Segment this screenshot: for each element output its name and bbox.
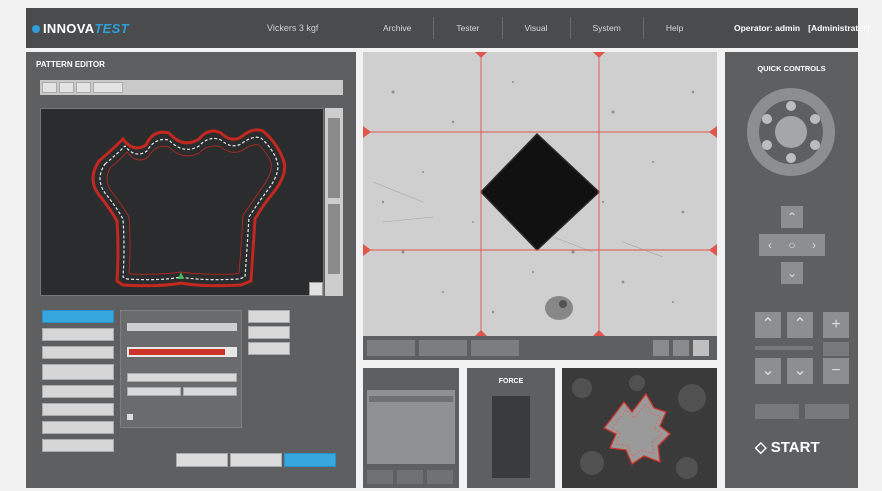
test-method-label: Vickers 3 kgf: [267, 23, 319, 33]
force-panel-title: FORCE: [498, 378, 524, 385]
logo-dot-icon: [32, 24, 40, 33]
editor-toolbar: [40, 80, 343, 95]
pattern-action-button-2[interactable]: [183, 387, 237, 396]
results-list[interactable]: [367, 390, 455, 464]
z-up-icon[interactable]: ⌃: [787, 312, 813, 338]
toolbar-button-2[interactable]: [59, 82, 74, 93]
nav-visual[interactable]: Visual: [501, 17, 570, 39]
start-label: START: [770, 439, 820, 456]
pattern-canvas[interactable]: [40, 108, 324, 296]
image-tool-button-1[interactable]: [367, 340, 415, 356]
image-square-button-1[interactable]: [653, 340, 669, 356]
start-icon: ◇: [755, 439, 767, 456]
zoom-fit-button[interactable]: [309, 282, 323, 296]
tool-button-6[interactable]: [42, 403, 114, 416]
indentation-image: [363, 52, 717, 336]
home-icon[interactable]: ○: [781, 234, 803, 256]
results-button-2[interactable]: [397, 470, 423, 484]
scroll-thumb-upper[interactable]: [328, 118, 340, 198]
top-bar: INNOVA TEST Vickers 3 kgf Archive Tester …: [26, 8, 870, 48]
speed-slider[interactable]: [755, 346, 813, 350]
side-button-1[interactable]: [248, 310, 290, 323]
pattern-properties: [120, 310, 242, 428]
nav-tester[interactable]: Tester: [433, 17, 501, 39]
pattern-tools-list: [42, 310, 114, 457]
force-panel: FORCE: [467, 368, 555, 488]
line-color-swatch: [129, 349, 225, 355]
pattern-editor-panel: PATTERN EDITOR: [26, 52, 356, 488]
pattern-outline-graphic: [91, 128, 287, 288]
dialog-button-2[interactable]: [230, 453, 282, 467]
minus-icon[interactable]: −: [823, 358, 849, 384]
pattern-checkbox[interactable]: [127, 414, 137, 420]
logo-accent-text: TEST: [94, 21, 129, 36]
tool-button-7[interactable]: [42, 421, 114, 434]
image-square-button-3[interactable]: [693, 340, 709, 356]
image-tool-button-3[interactable]: [471, 340, 519, 356]
tool-button-5[interactable]: [42, 385, 114, 398]
operator-label: Operator: admin: [734, 23, 801, 33]
pattern-option-button[interactable]: [127, 373, 237, 382]
pattern-name-field[interactable]: [127, 323, 237, 331]
double-down-icon[interactable]: ⌄: [755, 358, 781, 384]
tool-button-8[interactable]: [42, 439, 114, 452]
quick-controls-panel: QUICK CONTROLS ⌃ ‹ ○ › ⌄ ⌃ ⌃ + ⌄ ⌄ − ◇ S…: [725, 52, 858, 488]
side-button-2[interactable]: [248, 326, 290, 339]
force-indicator: [492, 396, 530, 478]
pattern-action-button-1[interactable]: [127, 387, 181, 396]
tool-button-4[interactable]: [42, 364, 114, 380]
speed-value-box: [823, 342, 849, 356]
pattern-preview-image: [562, 368, 717, 488]
nav-help[interactable]: Help: [642, 17, 705, 39]
start-button[interactable]: ◇ START: [755, 438, 820, 456]
z-down-icon[interactable]: ⌄: [787, 358, 813, 384]
tool-button-2[interactable]: [42, 328, 114, 341]
main-nav: Archive Tester Visual System Help: [361, 8, 705, 48]
nav-system[interactable]: System: [569, 17, 643, 39]
microscope-image-view[interactable]: [363, 52, 717, 336]
plus-icon[interactable]: +: [823, 312, 849, 338]
toolbar-button-4[interactable]: [93, 82, 123, 93]
toolbar-button-1[interactable]: [42, 82, 57, 93]
side-button-3[interactable]: [248, 342, 290, 355]
pattern-editor-title: PATTERN EDITOR: [36, 60, 105, 69]
toolbar-button-3[interactable]: [76, 82, 91, 93]
pattern-preview: [562, 368, 717, 488]
results-panel: [363, 368, 459, 488]
results-button-1[interactable]: [367, 470, 393, 484]
ok-button[interactable]: [284, 453, 336, 467]
user-info: Operator: admin [Administrator]: [734, 23, 878, 33]
dialog-buttons: [176, 453, 338, 467]
arrow-right-icon[interactable]: ›: [803, 234, 825, 256]
image-square-button-2[interactable]: [673, 340, 689, 356]
logo-main-text: INNOVA: [43, 21, 95, 36]
tool-button-1[interactable]: [42, 310, 114, 323]
arrow-down-icon[interactable]: ⌄: [781, 262, 803, 284]
pattern-side-buttons: [248, 310, 290, 358]
image-toolbar: [363, 336, 717, 360]
arrow-up-icon[interactable]: ⌃: [781, 206, 803, 228]
line-color-picker[interactable]: [127, 347, 237, 357]
scroll-thumb-lower[interactable]: [328, 204, 340, 274]
tool-button-3[interactable]: [42, 346, 114, 359]
double-up-icon[interactable]: ⌃: [755, 312, 781, 338]
role-label: [Administrator]: [808, 23, 870, 33]
quick-button-1[interactable]: [755, 404, 799, 419]
quick-button-2[interactable]: [805, 404, 849, 419]
image-tool-button-2[interactable]: [419, 340, 467, 356]
dialog-button-1[interactable]: [176, 453, 228, 467]
nav-archive[interactable]: Archive: [361, 17, 433, 39]
editor-scrollbar[interactable]: [325, 108, 343, 296]
checkbox-box[interactable]: [127, 414, 133, 420]
innovatest-logo: INNOVA TEST: [32, 21, 129, 36]
results-button-3[interactable]: [427, 470, 453, 484]
results-list-row[interactable]: [369, 396, 453, 402]
joystick-icon[interactable]: [725, 52, 858, 192]
arrow-left-icon[interactable]: ‹: [759, 234, 781, 256]
